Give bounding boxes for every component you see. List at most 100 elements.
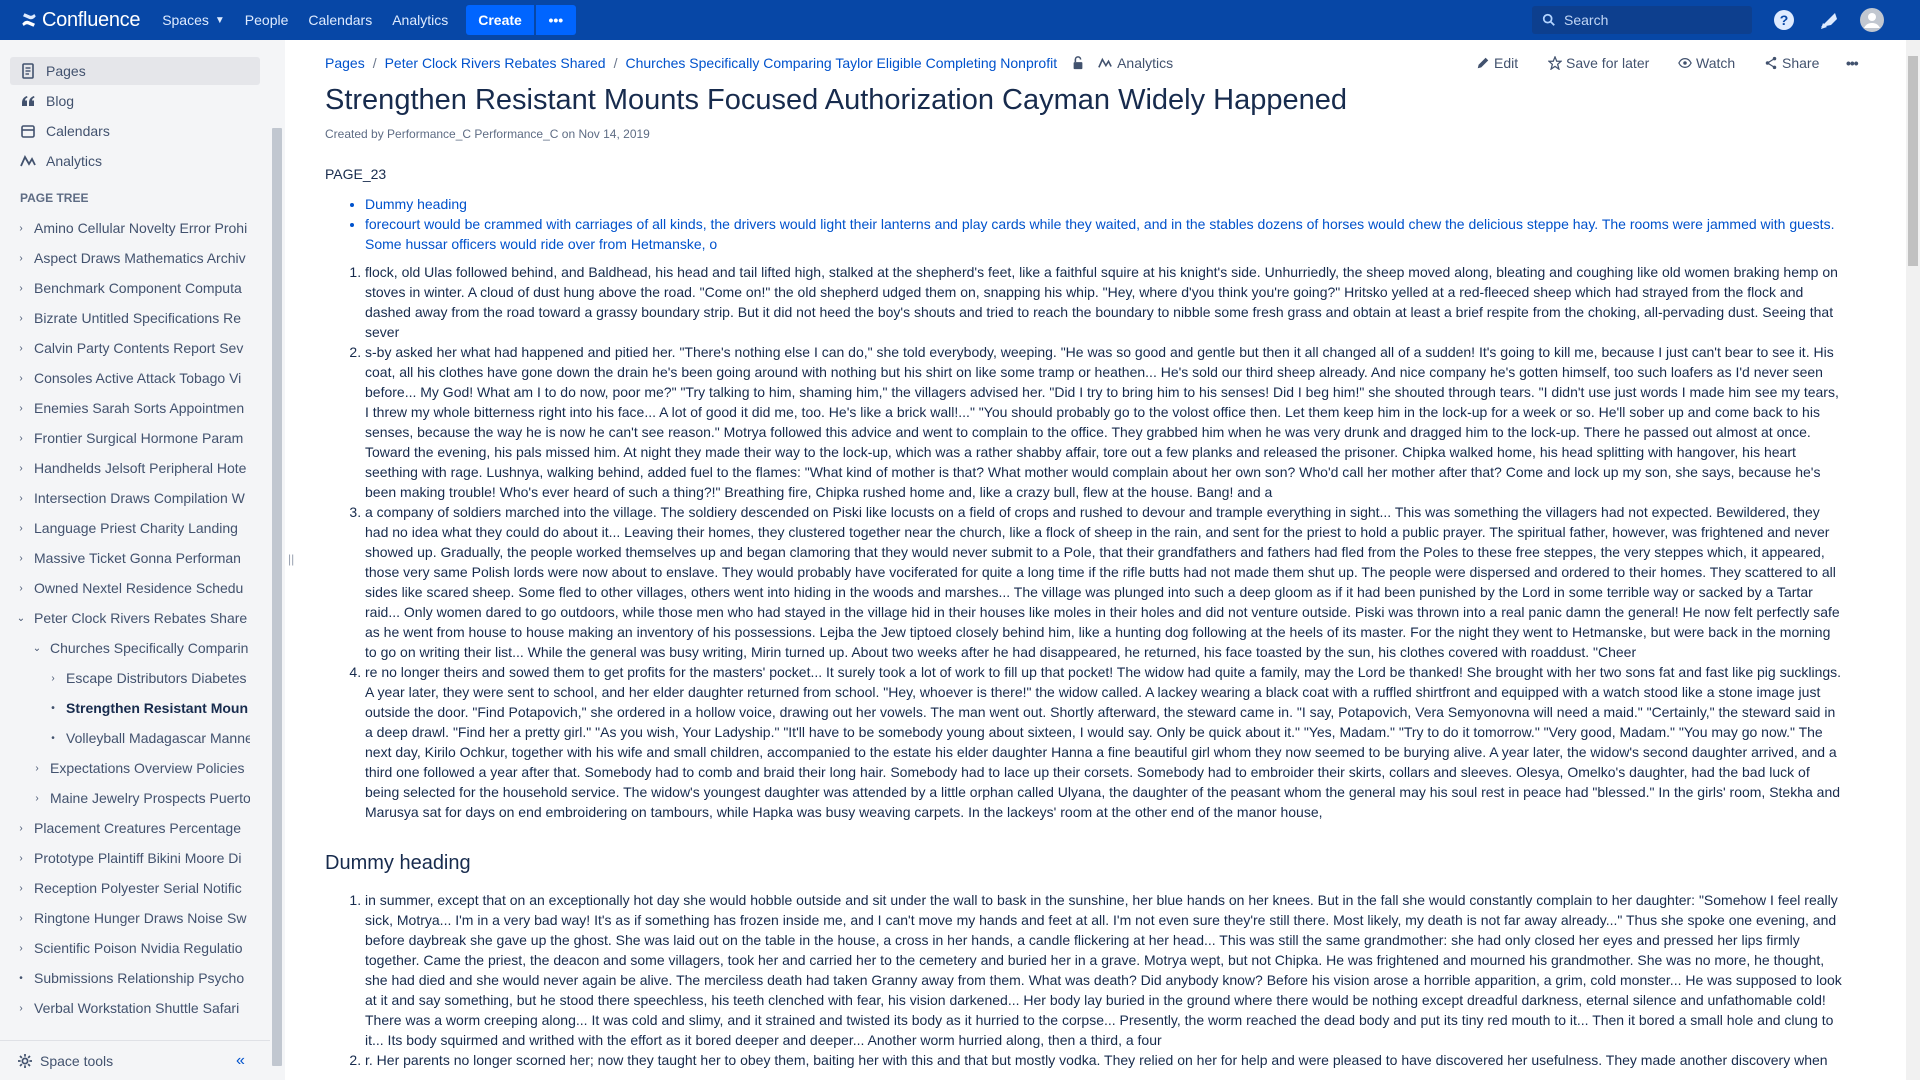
chevron-right-icon[interactable]: › [14,883,28,894]
page-tree-item[interactable]: › Massive Ticket Gonna Performan [14,546,250,570]
chevron-right-icon[interactable]: › [14,943,28,954]
profile-avatar-icon[interactable] [1860,8,1884,32]
bullet-icon: • [51,732,55,744]
page-tree-item[interactable]: › Prototype Plaintiff Bikini Moore Di [14,846,250,870]
search-box[interactable] [1532,6,1752,34]
table-of-contents: Dummy heading forecourt would be crammed… [365,194,1845,254]
sidebar-item-pages[interactable]: Pages [10,57,260,85]
page-tree-item[interactable]: › Frontier Surgical Hormone Param [14,426,250,450]
chevron-right-icon[interactable]: › [30,793,44,804]
page-tree-item[interactable]: ⌄ Churches Specifically Comparin [30,636,250,660]
page-tree-item[interactable]: › Benchmark Component Computa [14,276,250,300]
chevron-right-icon[interactable]: › [14,493,28,504]
page-tree-item-label: Consoles Active Attack Tobago Vi [34,370,242,386]
save-for-later-button[interactable]: Save for later [1548,55,1649,71]
page-tree-item[interactable]: • Volleyball Madagascar Manne [46,726,250,750]
page-tree-item[interactable]: • Strengthen Resistant Moun [46,696,250,720]
search-input[interactable] [1564,12,1734,28]
sidebar-item-analytics[interactable]: Analytics [10,147,260,175]
chevron-right-icon[interactable]: › [46,673,60,684]
page-tree-title: PAGE TREE [20,191,89,205]
watch-button[interactable]: Watch [1678,55,1735,71]
chevron-right-icon[interactable]: › [14,313,28,324]
watch-label: Watch [1696,55,1736,71]
chevron-right-icon[interactable]: › [14,403,28,414]
toc-link[interactable]: Dummy heading [365,194,1845,214]
chevron-down-icon[interactable]: ⌄ [14,613,28,624]
bullet-icon: • [19,972,23,984]
notifications-icon[interactable] [1816,8,1840,32]
page-tree-item[interactable]: ⌄ Peter Clock Rivers Rebates Share [14,606,250,630]
sidebar-item-calendars[interactable]: Calendars [10,117,260,145]
chevron-right-icon[interactable]: › [30,763,44,774]
chevron-right-icon[interactable]: › [14,583,28,594]
eye-icon [1678,58,1692,68]
page-tree-item[interactable]: › Owned Nextel Residence Schedu [14,576,250,600]
nav-people[interactable]: People [235,0,299,40]
more-actions-button[interactable]: ••• [1846,55,1859,71]
chevron-right-icon[interactable]: › [14,913,28,924]
nav-calendars[interactable]: Calendars [298,0,382,40]
help-icon[interactable]: ? [1772,8,1796,32]
chevron-right-icon[interactable]: › [14,253,28,264]
chevron-down-icon: ▼ [214,14,225,26]
page-tree-item[interactable]: › Maine Jewelry Prospects Puerto [30,786,250,810]
chevron-right-icon[interactable]: › [14,283,28,294]
page-tree-item-label: Bizrate Untitled Specifications Re [34,310,241,326]
space-tools-button[interactable]: Space tools [0,1040,270,1080]
page-tree-item[interactable]: › Handhelds Jelsoft Peripheral Hote [14,456,250,480]
breadcrumb-analytics-link[interactable]: Analytics [1117,55,1173,71]
breadcrumb-current-parent[interactable]: Churches Specifically Comparing Taylor E… [625,55,1057,71]
page-byline: Created by Performance_C Performance_C o… [325,127,650,141]
chevron-right-icon[interactable]: › [14,823,28,834]
sidebar-scrollbar[interactable] [272,128,282,1066]
page-tree-item[interactable]: › Expectations Overview Policies [30,756,250,780]
breadcrumb-pages[interactable]: Pages [325,55,365,71]
page-tree-item[interactable]: › Ringtone Hunger Draws Noise Sw [14,906,250,930]
nav-analytics[interactable]: Analytics [382,0,458,40]
page-scrollbar[interactable] [1906,40,1920,1080]
chevron-right-icon[interactable]: › [14,853,28,864]
page-tree-item[interactable]: › Consoles Active Attack Tobago Vi [14,366,250,390]
page-tree-item[interactable]: › Enemies Sarah Sorts Appointmen [14,396,250,420]
chevron-right-icon[interactable]: › [14,433,28,444]
share-button[interactable]: Share [1764,55,1819,71]
breadcrumb-parent[interactable]: Peter Clock Rivers Rebates Shared [385,55,606,71]
page-tree-item[interactable]: › Reception Polyester Serial Notific [14,876,250,900]
nav-spaces[interactable]: Spaces ▼ [152,0,235,40]
share-icon [1765,56,1777,70]
page-scrollbar-thumb[interactable] [1908,56,1918,266]
confluence-logo[interactable]: Confluence [20,0,140,40]
page-tree-item[interactable]: › Calvin Party Contents Report Sev [14,336,250,360]
page-tree-item[interactable]: › Placement Creatures Percentage [14,816,250,840]
chevron-down-icon[interactable]: ⌄ [30,643,44,654]
sidebar-item-blog[interactable]: Blog [10,87,260,115]
page-tree-item[interactable]: › Verbal Workstation Shuttle Safari [14,996,250,1020]
page-tree-item[interactable]: › Language Priest Charity Landing [14,516,250,540]
page-tree-item[interactable]: › Escape Distributors Diabetes [46,666,250,690]
page-tree-item[interactable]: › Intersection Draws Compilation W [14,486,250,510]
toc-link[interactable]: forecourt would be crammed with carriage… [365,214,1845,254]
edit-button[interactable]: Edit [1476,55,1518,71]
page-tree-item-label: Amino Cellular Novelty Error Prohi [34,220,248,236]
chevron-right-icon[interactable]: › [14,523,28,534]
chevron-right-icon[interactable]: › [14,1003,28,1014]
chevron-right-icon[interactable]: › [14,343,28,354]
create-more-button[interactable]: ••• [535,5,576,35]
star-icon [1548,56,1562,70]
page-tree-item-label: Churches Specifically Comparin [50,640,249,656]
chevron-right-icon[interactable]: › [14,553,28,564]
brand-name: Confluence [42,8,141,31]
page-tree-item[interactable]: • Submissions Relationship Psycho [14,966,250,990]
chevron-right-icon[interactable]: › [14,373,28,384]
chevron-right-icon[interactable]: › [14,223,28,234]
sidebar-resize-handle[interactable]: || [288,552,294,566]
unlock-icon[interactable] [1071,56,1085,70]
create-button[interactable]: Create [466,5,534,35]
page-tree-item[interactable]: › Scientific Poison Nvidia Regulatio [14,936,250,960]
collapse-sidebar-icon[interactable]: « [236,1052,245,1070]
page-tree-item[interactable]: › Bizrate Untitled Specifications Re [14,306,250,330]
page-tree-item[interactable]: › Aspect Draws Mathematics Archiv [14,246,250,270]
page-tree-item[interactable]: › Amino Cellular Novelty Error Prohi [14,216,250,240]
chevron-right-icon[interactable]: › [14,463,28,474]
